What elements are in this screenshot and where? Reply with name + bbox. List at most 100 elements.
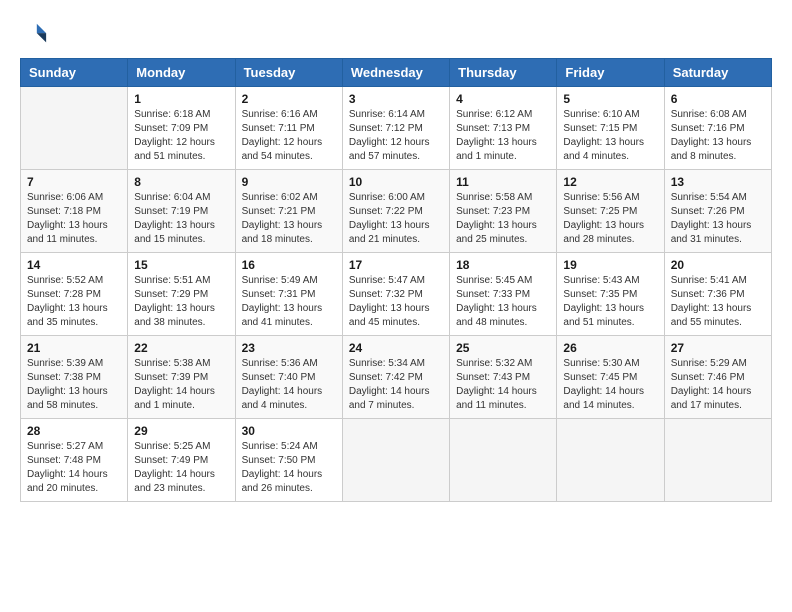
day-number: 6 [671, 92, 765, 106]
calendar-table: SundayMondayTuesdayWednesdayThursdayFrid… [20, 58, 772, 502]
day-info: Sunrise: 6:00 AM Sunset: 7:22 PM Dayligh… [349, 191, 443, 247]
calendar-header-wednesday: Wednesday [342, 59, 449, 87]
calendar-week-row: 14 Sunrise: 5:52 AM Sunset: 7:28 PM Dayli… [21, 253, 772, 336]
day-info: Sunrise: 5:38 AM Sunset: 7:39 PM Dayligh… [134, 357, 228, 413]
day-number: 26 [563, 341, 657, 355]
calendar-cell: 16Sunrise: 5:49 AM Sunset: 7:31 PM Dayli… [235, 253, 342, 336]
calendar-cell: 23 Sunrise: 5:36 AM Sunset: 7:40 PM Dayli… [235, 336, 342, 419]
day-info: Sunrise: 5:25 AM Sunset: 7:49 PM Dayligh… [134, 440, 228, 496]
day-info: Sunrise: 5:47 AM Sunset: 7:32 PM Dayligh… [349, 274, 443, 330]
day-number: 16 [242, 258, 336, 272]
day-number: 1 [134, 92, 228, 106]
day-info: Sunrise: 5:32 AM Sunset: 7:43 PM Dayligh… [456, 357, 550, 413]
calendar-cell: 20 Sunrise: 5:41 AM Sunset: 7:36 PM Dayli… [664, 253, 771, 336]
calendar-cell: 26 Sunrise: 5:30 AM Sunset: 7:45 PM Dayli… [557, 336, 664, 419]
day-number: 29 [134, 424, 228, 438]
day-number: 28 [27, 424, 121, 438]
calendar-cell: 2 Sunrise: 6:16 AM Sunset: 7:11 PM Daylig… [235, 87, 342, 170]
day-info: Sunrise: 5:52 AM Sunset: 7:28 PM Dayligh… [27, 274, 121, 330]
day-number: 23 [242, 341, 336, 355]
day-info: Sunrise: 5:41 AM Sunset: 7:36 PM Dayligh… [671, 274, 765, 330]
logo [20, 20, 52, 48]
calendar-cell: 22 Sunrise: 5:38 AM Sunset: 7:39 PM Dayli… [128, 336, 235, 419]
day-number: 22 [134, 341, 228, 355]
calendar-header-saturday: Saturday [664, 59, 771, 87]
calendar-week-row: 1 Sunrise: 6:18 AM Sunset: 7:09 PM Daylig… [21, 87, 772, 170]
calendar-cell: 19 Sunrise: 5:43 AM Sunset: 7:35 PM Dayli… [557, 253, 664, 336]
calendar-cell: 17 Sunrise: 5:47 AM Sunset: 7:32 PM Dayli… [342, 253, 449, 336]
day-number: 21 [27, 341, 121, 355]
calendar-cell: 10Sunrise: 6:00 AM Sunset: 7:22 PM Dayli… [342, 170, 449, 253]
calendar-cell: 24 Sunrise: 5:34 AM Sunset: 7:42 PM Dayli… [342, 336, 449, 419]
day-info: Sunrise: 5:30 AM Sunset: 7:45 PM Dayligh… [563, 357, 657, 413]
calendar-header-sunday: Sunday [21, 59, 128, 87]
calendar-cell: 29 Sunrise: 5:25 AM Sunset: 7:49 PM Dayli… [128, 419, 235, 502]
calendar-cell: 8Sunrise: 6:04 AM Sunset: 7:19 PM Daylig… [128, 170, 235, 253]
day-number: 27 [671, 341, 765, 355]
day-number: 9 [242, 175, 336, 189]
calendar-cell: 15 Sunrise: 5:51 AM Sunset: 7:29 PM Dayli… [128, 253, 235, 336]
calendar-week-row: 21 Sunrise: 5:39 AM Sunset: 7:38 PM Dayli… [21, 336, 772, 419]
calendar-cell: 9 Sunrise: 6:02 AM Sunset: 7:21 PM Daylig… [235, 170, 342, 253]
calendar-week-row: 7 Sunrise: 6:06 AM Sunset: 7:18 PM Daylig… [21, 170, 772, 253]
calendar-header-tuesday: Tuesday [235, 59, 342, 87]
calendar-cell: 25 Sunrise: 5:32 AM Sunset: 7:43 PM Dayli… [450, 336, 557, 419]
calendar-cell: 6 Sunrise: 6:08 AM Sunset: 7:16 PM Daylig… [664, 87, 771, 170]
calendar-cell: 5 Sunrise: 6:10 AM Sunset: 7:15 PM Daylig… [557, 87, 664, 170]
day-number: 19 [563, 258, 657, 272]
day-info: Sunrise: 5:36 AM Sunset: 7:40 PM Dayligh… [242, 357, 336, 413]
day-info: Sunrise: 6:18 AM Sunset: 7:09 PM Dayligh… [134, 108, 228, 164]
day-number: 17 [349, 258, 443, 272]
day-info: Sunrise: 6:08 AM Sunset: 7:16 PM Dayligh… [671, 108, 765, 164]
calendar-cell: 1 Sunrise: 6:18 AM Sunset: 7:09 PM Daylig… [128, 87, 235, 170]
day-info: Sunrise: 5:58 AM Sunset: 7:23 PM Dayligh… [456, 191, 550, 247]
calendar-cell: 12 Sunrise: 5:56 AM Sunset: 7:25 PM Dayli… [557, 170, 664, 253]
day-info: Sunrise: 5:34 AM Sunset: 7:42 PM Dayligh… [349, 357, 443, 413]
day-number: 18 [456, 258, 550, 272]
day-info: Sunrise: 5:39 AM Sunset: 7:38 PM Dayligh… [27, 357, 121, 413]
day-number: 15 [134, 258, 228, 272]
day-number: 2 [242, 92, 336, 106]
logo-icon [20, 20, 48, 48]
day-number: 20 [671, 258, 765, 272]
calendar-header-monday: Monday [128, 59, 235, 87]
calendar-cell [342, 419, 449, 502]
day-info: Sunrise: 6:02 AM Sunset: 7:21 PM Dayligh… [242, 191, 336, 247]
day-info: Sunrise: 6:10 AM Sunset: 7:15 PM Dayligh… [563, 108, 657, 164]
calendar-week-row: 28 Sunrise: 5:27 AM Sunset: 7:48 PM Dayli… [21, 419, 772, 502]
day-info: Sunrise: 5:24 AM Sunset: 7:50 PM Dayligh… [242, 440, 336, 496]
calendar-cell [450, 419, 557, 502]
day-number: 14 [27, 258, 121, 272]
calendar-cell: 21 Sunrise: 5:39 AM Sunset: 7:38 PM Dayli… [21, 336, 128, 419]
calendar-cell [557, 419, 664, 502]
calendar-cell: 4 Sunrise: 6:12 AM Sunset: 7:13 PM Daylig… [450, 87, 557, 170]
day-number: 12 [563, 175, 657, 189]
day-number: 5 [563, 92, 657, 106]
day-number: 4 [456, 92, 550, 106]
calendar-header-row: SundayMondayTuesdayWednesdayThursdayFrid… [21, 59, 772, 87]
day-number: 30 [242, 424, 336, 438]
day-number: 25 [456, 341, 550, 355]
calendar-cell: 3 Sunrise: 6:14 AM Sunset: 7:12 PM Daylig… [342, 87, 449, 170]
day-info: Sunrise: 5:29 AM Sunset: 7:46 PM Dayligh… [671, 357, 765, 413]
day-info: Sunrise: 6:12 AM Sunset: 7:13 PM Dayligh… [456, 108, 550, 164]
day-number: 11 [456, 175, 550, 189]
day-info: Sunrise: 6:06 AM Sunset: 7:18 PM Dayligh… [27, 191, 121, 247]
day-info: Sunrise: 6:14 AM Sunset: 7:12 PM Dayligh… [349, 108, 443, 164]
day-number: 13 [671, 175, 765, 189]
day-info: Sunrise: 5:27 AM Sunset: 7:48 PM Dayligh… [27, 440, 121, 496]
day-number: 3 [349, 92, 443, 106]
day-info: Sunrise: 6:16 AM Sunset: 7:11 PM Dayligh… [242, 108, 336, 164]
day-number: 8 [134, 175, 228, 189]
calendar-header-friday: Friday [557, 59, 664, 87]
day-number: 7 [27, 175, 121, 189]
day-info: Sunrise: 5:51 AM Sunset: 7:29 PM Dayligh… [134, 274, 228, 330]
day-number: 24 [349, 341, 443, 355]
calendar-cell: 7 Sunrise: 6:06 AM Sunset: 7:18 PM Daylig… [21, 170, 128, 253]
calendar-cell: 14 Sunrise: 5:52 AM Sunset: 7:28 PM Dayli… [21, 253, 128, 336]
calendar-cell: 30 Sunrise: 5:24 AM Sunset: 7:50 PM Dayli… [235, 419, 342, 502]
day-info: Sunrise: 5:56 AM Sunset: 7:25 PM Dayligh… [563, 191, 657, 247]
day-info: Sunrise: 5:43 AM Sunset: 7:35 PM Dayligh… [563, 274, 657, 330]
calendar-cell: 18 Sunrise: 5:45 AM Sunset: 7:33 PM Dayli… [450, 253, 557, 336]
day-info: Sunrise: 5:45 AM Sunset: 7:33 PM Dayligh… [456, 274, 550, 330]
